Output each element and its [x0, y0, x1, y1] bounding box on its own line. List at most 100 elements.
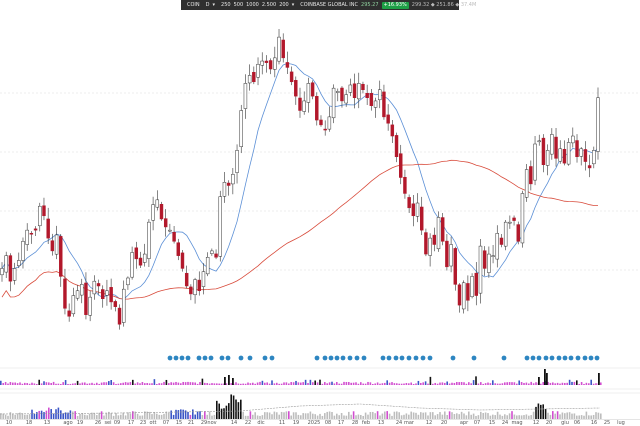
indicator-bar — [362, 383, 364, 385]
change-badge: +16.93% — [381, 1, 409, 9]
volume-bar — [151, 414, 153, 419]
volume-bar — [129, 413, 132, 419]
indicator-bar — [38, 379, 40, 385]
chevron-down-icon[interactable]: ▾ — [213, 0, 216, 10]
event-marker — [524, 355, 530, 361]
volume-bar — [518, 415, 520, 419]
candlestick-chart[interactable]: 10 18 13 ago 19 26 sei 09 17 23 ott 07 15 21 29 nov 14 22… — [0, 0, 640, 426]
indicator-bar — [559, 383, 561, 385]
volume-bar — [456, 413, 458, 419]
indicator-bar — [19, 382, 21, 385]
indicator-bar — [134, 383, 136, 385]
event-marker — [334, 355, 340, 361]
volume-bar — [261, 415, 264, 419]
count-option[interactable]: 1000 — [246, 0, 259, 10]
candle-body — [323, 128, 327, 131]
indicator-bar — [436, 383, 439, 385]
volume-bar — [343, 415, 345, 419]
indicator-bar — [132, 379, 134, 385]
indicator-bar — [367, 381, 369, 385]
indicator-bar — [511, 382, 513, 385]
candle-body — [382, 91, 386, 118]
volume-bar — [340, 413, 343, 419]
candle-body — [214, 253, 218, 258]
candle-body — [235, 150, 239, 173]
volume-bar — [141, 415, 144, 419]
volume-bar — [508, 413, 511, 419]
volume-bar — [194, 414, 196, 419]
indicator-bar — [112, 382, 115, 385]
indicator-bar — [458, 382, 460, 385]
chevron-down-icon[interactable]: ▾ — [292, 0, 295, 10]
count-option[interactable]: 500 — [234, 0, 244, 10]
indicator-bar — [379, 383, 381, 385]
candle-body — [168, 229, 172, 232]
volume-bar — [547, 412, 549, 419]
candle-body — [273, 57, 277, 70]
candle-body — [575, 140, 579, 158]
event-marker — [399, 355, 405, 361]
volume-bar — [103, 415, 105, 419]
volume-bar — [237, 402, 240, 419]
candle-body — [424, 232, 428, 255]
indicator-bar — [180, 383, 182, 385]
volume-bar — [489, 415, 492, 419]
indicator-bar — [36, 383, 38, 385]
candle-body — [562, 148, 567, 164]
candle-body — [428, 237, 432, 256]
indicator-bar — [9, 382, 12, 385]
indicator-bar — [88, 383, 91, 385]
symbol-label[interactable]: COIN — [187, 0, 200, 10]
event-marker — [208, 355, 214, 361]
indicator-bar — [321, 383, 324, 385]
candle-body — [432, 234, 437, 245]
volume-average — [0, 403, 601, 415]
volume-bar — [448, 411, 451, 419]
indicator-bar — [477, 383, 480, 385]
candle-body — [155, 199, 160, 208]
candle-body — [583, 149, 588, 162]
volume-bar — [376, 411, 379, 419]
volume-bar — [268, 412, 271, 419]
event-marker — [173, 355, 179, 361]
count-option[interactable]: 2.500 — [262, 0, 276, 10]
indicator-bar — [43, 381, 45, 385]
volume-bar — [14, 414, 16, 419]
volume-bar — [583, 415, 585, 419]
volume-bar — [379, 415, 381, 419]
event-marker — [225, 355, 231, 361]
interval-select[interactable]: D — [206, 0, 210, 10]
candle-body — [105, 290, 109, 296]
x-tick-label: 14 — [231, 420, 237, 426]
event-marker — [202, 355, 208, 361]
indicator-bar — [208, 383, 211, 385]
candle-body — [252, 72, 256, 83]
volume-bar — [360, 414, 362, 419]
candle-body — [222, 182, 227, 197]
volume-bar — [374, 413, 376, 419]
indicator-bar — [300, 382, 302, 385]
candle-body — [38, 205, 42, 227]
indicator-bar — [139, 383, 141, 385]
candle-body — [59, 236, 63, 277]
candle-body — [537, 140, 541, 143]
indicator-bar — [206, 383, 208, 385]
volume-bar — [117, 415, 120, 419]
volume-bar — [31, 409, 33, 419]
indicator-bar — [566, 382, 568, 385]
volume-bar — [580, 415, 583, 419]
indicator-bar — [564, 382, 566, 385]
volume-bar — [302, 413, 304, 419]
volume-bar — [420, 412, 422, 419]
grid-lines — [0, 92, 640, 271]
candle-body — [294, 80, 298, 97]
count-option[interactable]: 250 — [221, 0, 231, 10]
indicator-bar — [2, 383, 4, 385]
indicator-bar — [240, 383, 242, 385]
x-tick-label: 07 — [163, 420, 169, 426]
event-marker — [393, 355, 399, 361]
count-option[interactable]: 200 — [279, 0, 289, 10]
indicator-bar — [177, 382, 180, 385]
volume-bar — [276, 412, 278, 419]
candle-body — [201, 271, 206, 287]
